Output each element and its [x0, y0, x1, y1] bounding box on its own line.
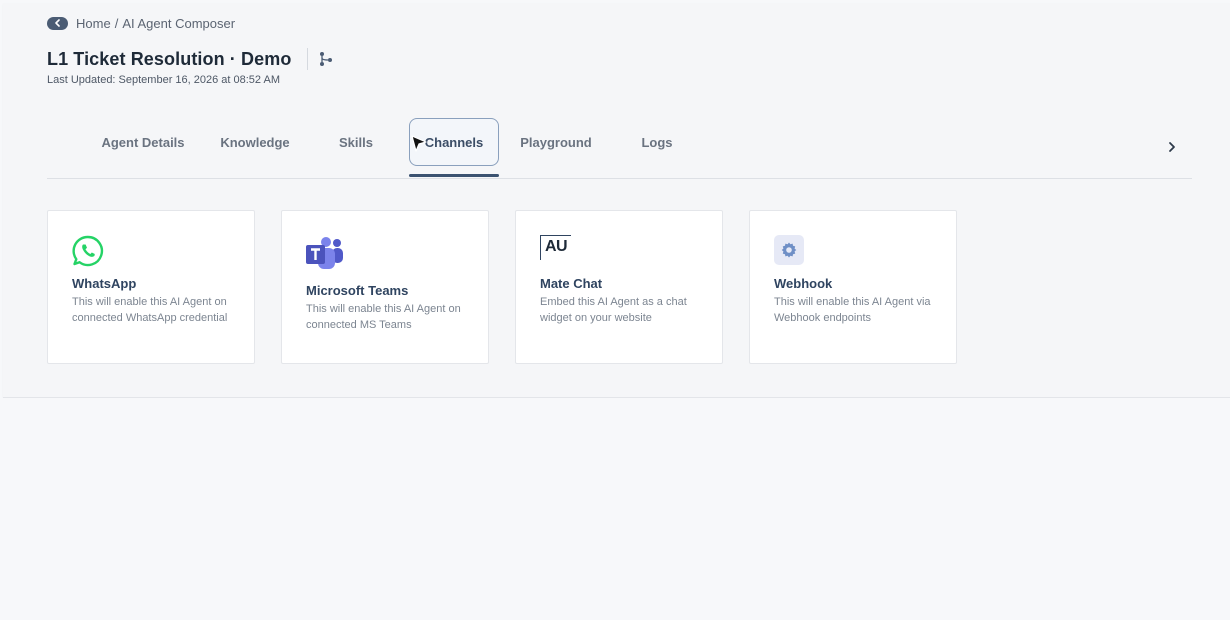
- chevron-right-icon: [1169, 142, 1175, 152]
- microsoft-teams-icon: [306, 237, 344, 276]
- webhook-gear-icon: [774, 235, 804, 265]
- breadcrumb: Home / AI Agent Composer: [47, 14, 235, 32]
- channel-description: This will enable this AI Agent via Webho…: [774, 296, 931, 324]
- page-title: L1 Ticket Resolution · Demo: [47, 48, 292, 69]
- chevron-left-icon: [54, 19, 60, 27]
- channel-description: This will enable this AI Agent on connec…: [306, 303, 461, 331]
- channel-name: WhatsApp: [72, 276, 137, 291]
- channel-card-mate-chat[interactable]: AU Mate Chat Embed this AI Agent as a ch…: [515, 210, 723, 364]
- channel-name: Microsoft Teams: [306, 283, 409, 298]
- tab-playground[interactable]: Playground: [515, 118, 597, 166]
- channel-card-webhook[interactable]: Webhook This will enable this AI Agent v…: [749, 210, 957, 364]
- mate-chat-icon-text: AU: [545, 238, 568, 255]
- tab-knowledge[interactable]: Knowledge: [215, 118, 295, 166]
- whatsapp-icon: [72, 235, 104, 272]
- tab-channels[interactable]: Channels: [409, 118, 499, 166]
- last-updated: Last Updated: September 16, 2026 at 08:5…: [47, 74, 280, 86]
- channel-description: Embed this AI Agent as a chat widget on …: [540, 296, 687, 324]
- tab-skills[interactable]: Skills: [332, 118, 380, 166]
- title-divider: [307, 48, 309, 70]
- empty-area: [0, 398, 1230, 620]
- flow-diagram-icon[interactable]: [318, 51, 334, 67]
- breadcrumb-current: AI Agent Composer: [122, 15, 236, 31]
- breadcrumb-separator: /: [114, 15, 119, 31]
- active-tab-indicator: [409, 174, 499, 177]
- channel-card-microsoft-teams[interactable]: Microsoft Teams This will enable this AI…: [281, 210, 489, 364]
- channel-description: This will enable this AI Agent on connec…: [72, 296, 228, 324]
- tab-agent-details[interactable]: Agent Details: [97, 118, 189, 166]
- title-row: L1 Ticket Resolution · Demo: [47, 47, 334, 71]
- tabs-next-button[interactable]: [1164, 138, 1180, 156]
- tab-bar: Agent Details Knowledge Skills Channels …: [47, 118, 1192, 179]
- tab-logs[interactable]: Logs: [637, 118, 677, 166]
- channel-name: Webhook: [774, 276, 833, 291]
- channel-name: Mate Chat: [540, 276, 603, 291]
- mate-chat-icon: AU: [540, 235, 571, 260]
- breadcrumb-home[interactable]: Home: [76, 16, 111, 31]
- channel-card-whatsapp[interactable]: WhatsApp This will enable this AI Agent …: [47, 210, 255, 364]
- back-button[interactable]: [47, 16, 68, 30]
